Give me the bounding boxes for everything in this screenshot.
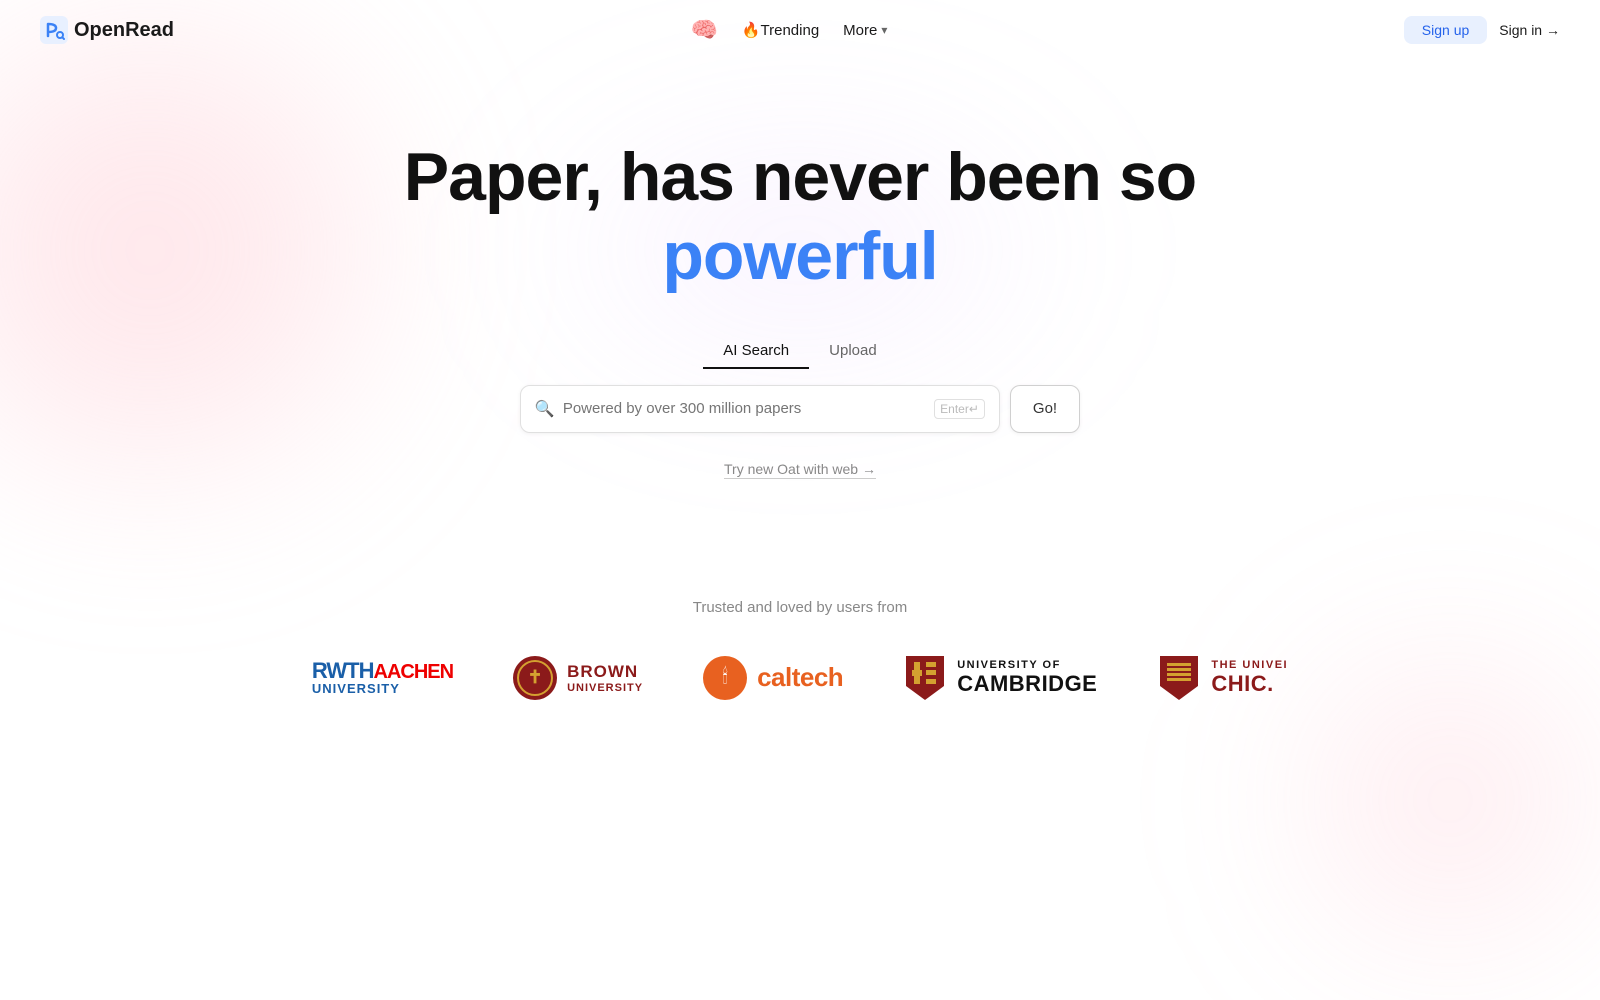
more-label: More <box>843 22 877 39</box>
hero-headline-part1: Paper, has never been so <box>404 139 1196 215</box>
logo-icon <box>40 16 68 44</box>
caltech-badge: 🕯 <box>703 656 747 700</box>
brown-badge: ✝ <box>513 656 557 700</box>
search-input[interactable] <box>563 400 926 417</box>
oat-link[interactable]: Try new Oat with web → <box>724 461 876 479</box>
rwth-text: RWTHAACHEN <box>312 660 453 682</box>
brain-icon: 🧠 <box>690 17 717 43</box>
trending-label: 🔥Trending <box>742 21 819 39</box>
search-bar-wrapper: 🔍 Enter↵ Go! <box>520 385 1080 433</box>
cambridge-badge <box>903 656 947 700</box>
cambridge-name: CAMBRIDGE <box>957 671 1097 697</box>
chevron-down-icon: ▾ <box>881 23 887 37</box>
brain-icon-button[interactable]: 🧠 <box>690 17 717 43</box>
chicago-shield-icon <box>1158 654 1200 702</box>
rwth-sub: UNIVERSITY <box>312 682 453 695</box>
enter-badge: Enter↵ <box>934 399 985 419</box>
chicago-name: CHIC. <box>1211 671 1288 697</box>
tab-ai-search[interactable]: AI Search <box>703 334 809 369</box>
search-input-container: 🔍 Enter↵ <box>520 385 1000 433</box>
signin-button[interactable]: Sign in → <box>1499 22 1560 38</box>
hero-section: Paper, has never been so powerful AI Sea… <box>0 60 1600 479</box>
logo-text: OpenRead <box>74 19 174 42</box>
search-icon: 🔍 <box>535 399 555 419</box>
signup-button[interactable]: Sign up <box>1404 16 1487 44</box>
brown-name: BROWN <box>567 662 643 682</box>
tab-upload[interactable]: Upload <box>809 334 897 369</box>
universities-row: RWTHAACHEN UNIVERSITY ✝ BROWN UNIVERSITY… <box>312 656 1288 700</box>
chicago-the: THE UNIVEI <box>1211 659 1288 671</box>
uni-logo-cambridge: UNIVERSITY OF CAMBRIDGE <box>903 656 1097 700</box>
brown-cross-icon: ✝ <box>528 667 543 688</box>
go-button[interactable]: Go! <box>1010 385 1080 433</box>
hero-headline: Paper, has never been so powerful <box>404 140 1196 294</box>
hero-headline-part2: powerful <box>404 219 1196 294</box>
uni-logo-rwth: RWTHAACHEN UNIVERSITY <box>312 660 453 695</box>
uni-logo-caltech: 🕯 caltech <box>703 656 843 700</box>
brown-univ: UNIVERSITY <box>567 682 643 694</box>
logo-link[interactable]: OpenRead <box>40 16 174 44</box>
navbar-right: Sign up Sign in → <box>1404 16 1560 44</box>
chicago-badge <box>1157 656 1201 700</box>
search-tabs: AI Search Upload <box>703 334 896 369</box>
uni-logo-brown: ✝ BROWN UNIVERSITY <box>513 656 643 700</box>
cambridge-shield-icon <box>904 654 946 702</box>
cambridge-univ-of: UNIVERSITY OF <box>957 659 1097 671</box>
caltech-name: caltech <box>757 662 843 693</box>
uni-logo-chicago: THE UNIVEI CHIC. <box>1157 656 1288 700</box>
signin-label: Sign in → <box>1499 22 1560 38</box>
more-dropdown[interactable]: More ▾ <box>843 22 887 39</box>
navbar: OpenRead 🧠 🔥Trending More ▾ Sign up Sign… <box>0 0 1600 60</box>
caltech-torch-icon: 🕯 <box>722 666 728 689</box>
trusted-section: Trusted and loved by users from RWTHAACH… <box>0 599 1600 700</box>
trending-link[interactable]: 🔥Trending <box>742 21 819 39</box>
trusted-label: Trusted and loved by users from <box>693 599 908 616</box>
navbar-center: 🧠 🔥Trending More ▾ <box>690 17 887 43</box>
